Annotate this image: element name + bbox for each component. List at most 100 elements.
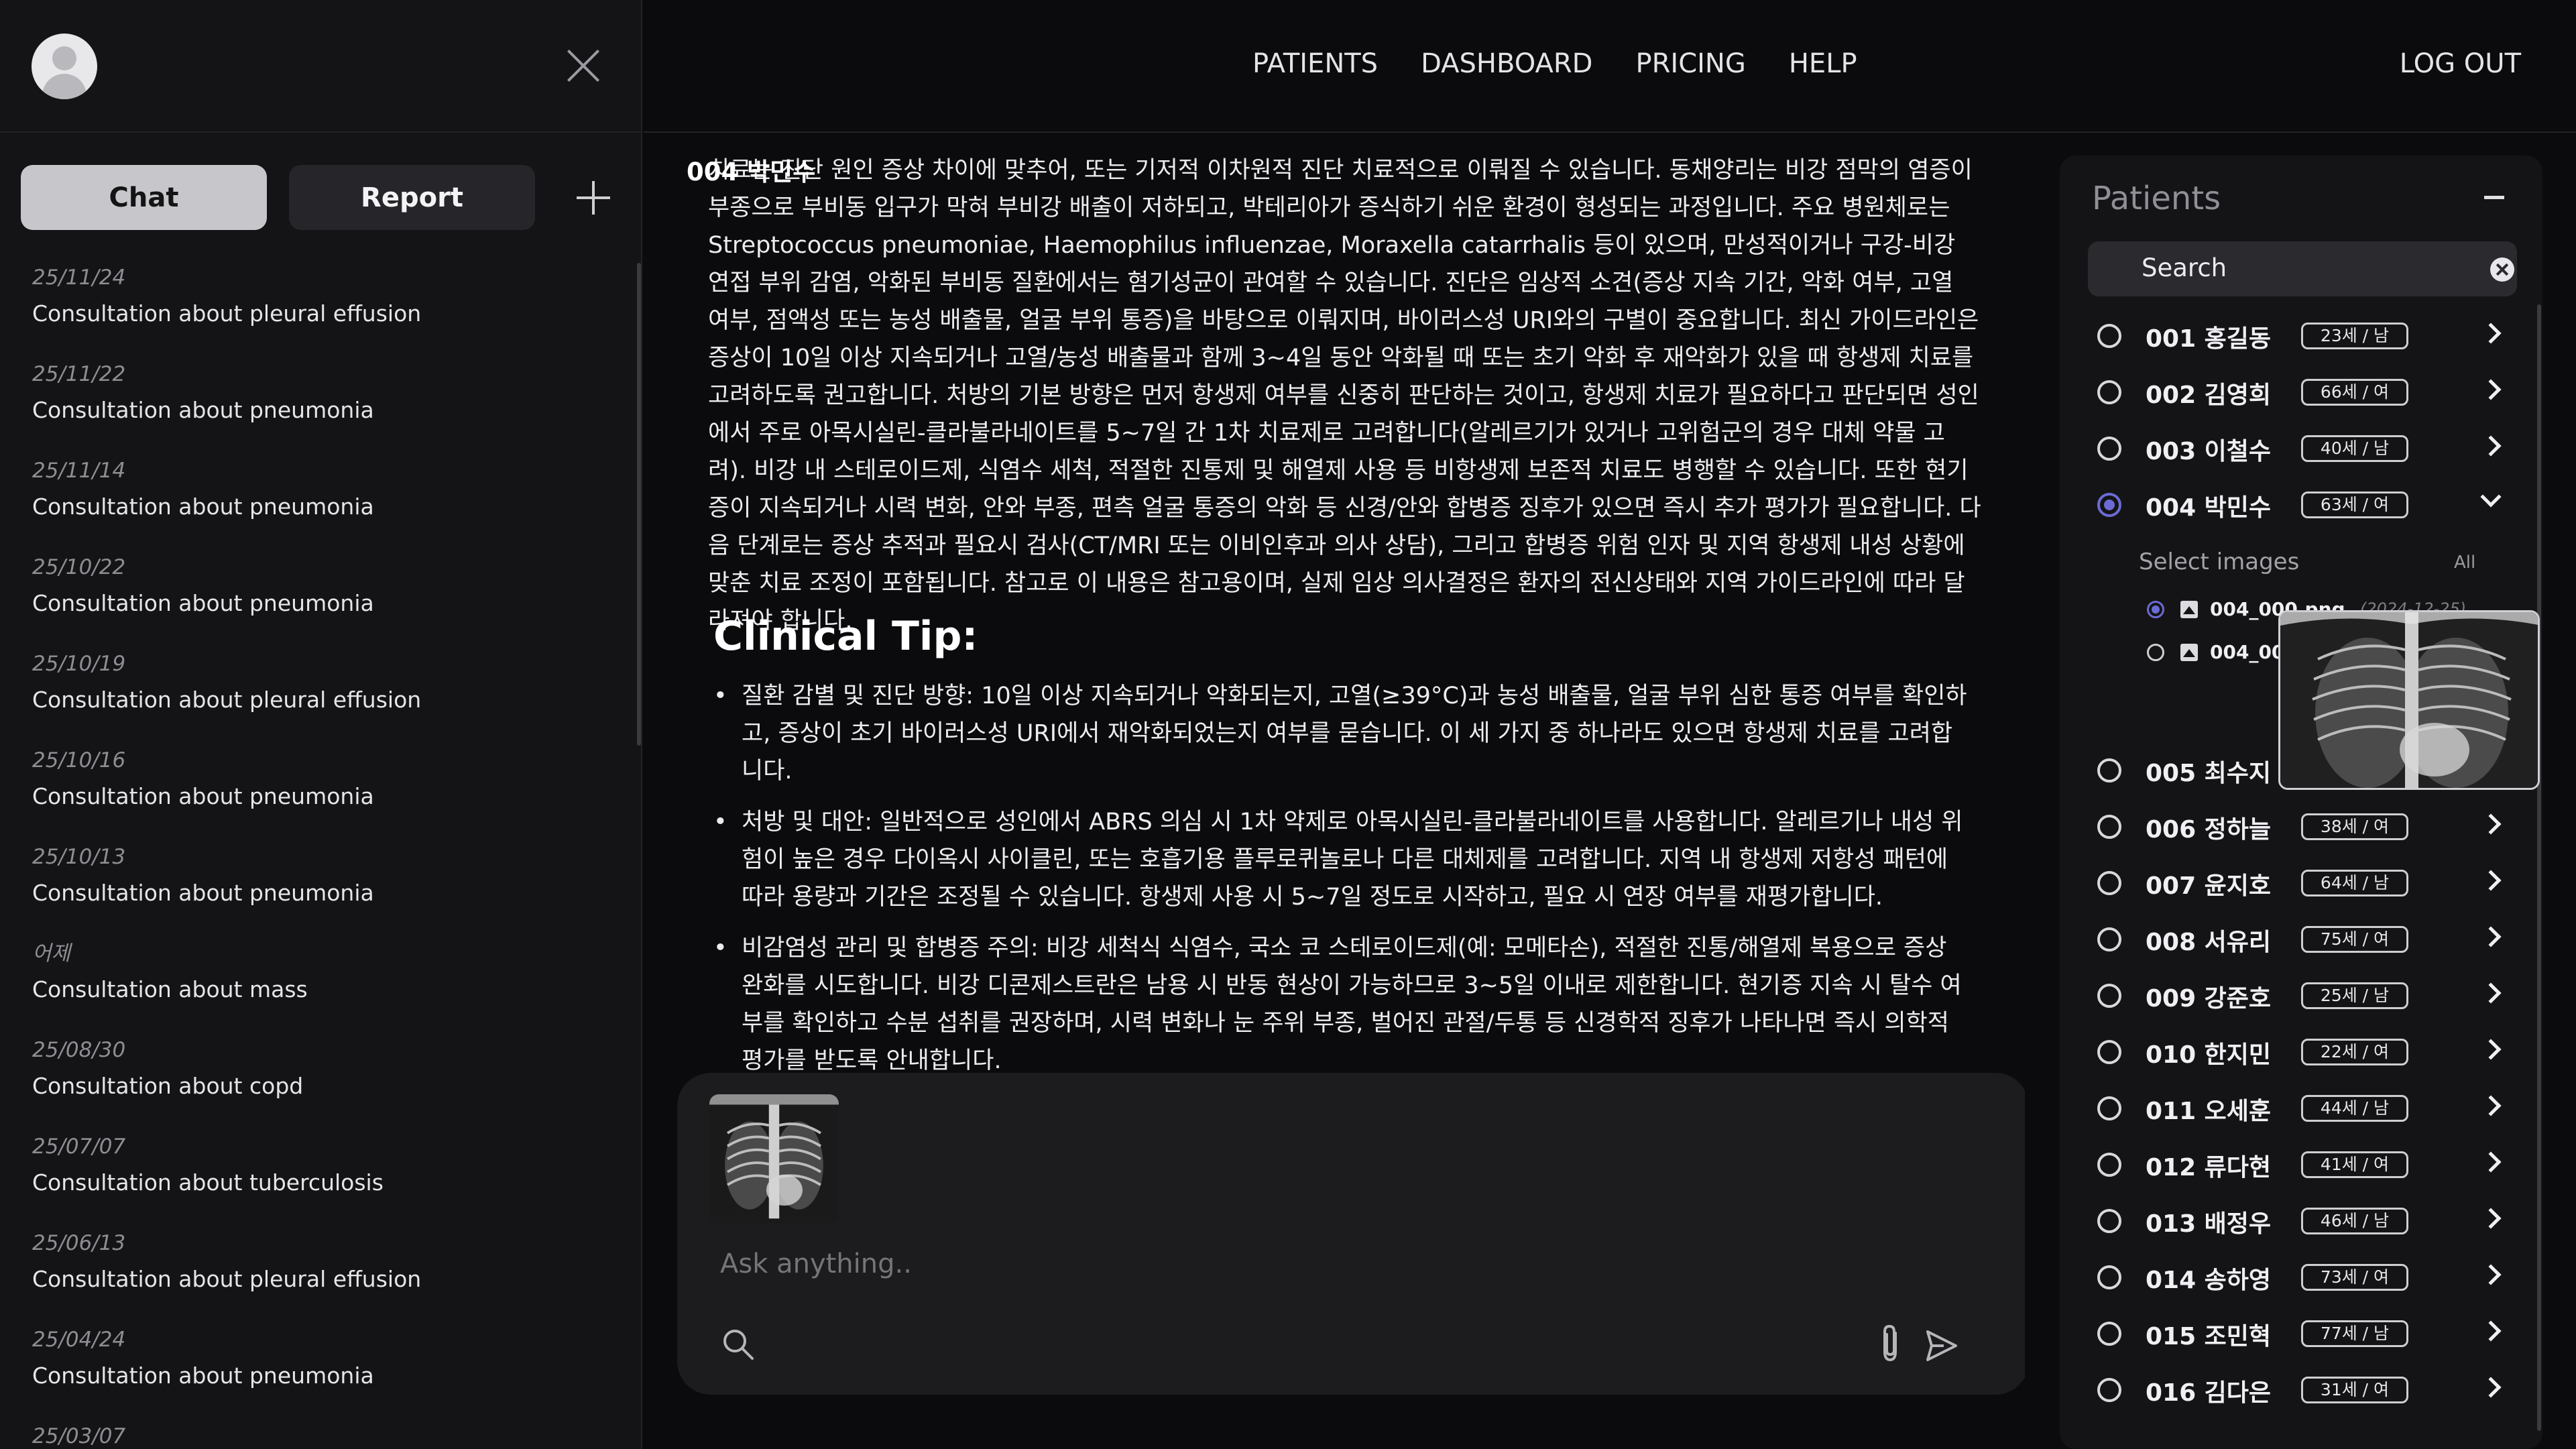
- search-icon[interactable]: [720, 1326, 756, 1363]
- patient-name: 015 조민혁: [2146, 1323, 2272, 1350]
- patient-radio[interactable]: [2097, 927, 2121, 951]
- history-item[interactable]: 25/03/07: [32, 1420, 622, 1449]
- patient-radio[interactable]: [2097, 1040, 2121, 1064]
- patient-row[interactable]: 013 배정우 46세 / 남: [2060, 1192, 2529, 1249]
- patient-age-sex-badge: 77세 / 남: [2301, 1320, 2408, 1347]
- chevron-right-icon[interactable]: [2480, 926, 2502, 947]
- tab-chat[interactable]: Chat: [21, 165, 267, 230]
- chevron-right-icon[interactable]: [2480, 1151, 2502, 1173]
- patient-radio[interactable]: [2097, 1209, 2121, 1233]
- chevron-down-icon[interactable]: [2480, 486, 2502, 508]
- patients-scrollbar[interactable]: [2537, 304, 2541, 1431]
- patient-row[interactable]: 007 윤지호 64세 / 남: [2060, 854, 2529, 911]
- patient-radio[interactable]: [2097, 984, 2121, 1008]
- patient-radio[interactable]: [2097, 493, 2121, 517]
- history-item[interactable]: 25/11/14 Consultation about pneumonia: [32, 455, 622, 551]
- patient-name: 011 오세훈: [2146, 1098, 2272, 1125]
- patient-radio[interactable]: [2097, 1378, 2121, 1402]
- history-item[interactable]: 25/04/24 Consultation about pneumonia: [32, 1324, 622, 1420]
- patient-name: 002 김영희: [2146, 382, 2272, 409]
- patient-row[interactable]: 003 이철수 40세 / 남: [2060, 420, 2529, 476]
- history-item[interactable]: 25/07/07 Consultation about tuberculosis: [32, 1131, 622, 1227]
- patient-row[interactable]: 006 정하늘 38세 / 여: [2060, 798, 2529, 854]
- chevron-right-icon[interactable]: [2480, 379, 2502, 400]
- clinical-tip-item: 처방 및 대안: 일반적으로 성인에서 ABRS 의심 시 1차 약제로 아목시…: [713, 803, 1974, 916]
- history-item[interactable]: 25/10/16 Consultation about pneumonia: [32, 744, 622, 841]
- logout-link[interactable]: LOG OUT: [2400, 48, 2521, 79]
- history-item[interactable]: 25/08/30 Consultation about copd: [32, 1034, 622, 1131]
- history-item[interactable]: 25/10/13 Consultation about pneumonia: [32, 841, 622, 937]
- patient-radio[interactable]: [2097, 380, 2121, 404]
- patient-row[interactable]: 004 박민수 63세 / 여: [2060, 476, 2529, 532]
- patient-radio[interactable]: [2097, 437, 2121, 461]
- patient-row[interactable]: 011 오세훈 44세 / 남: [2060, 1080, 2529, 1136]
- image-radio[interactable]: [2147, 601, 2164, 618]
- message-composer: [677, 1073, 2025, 1395]
- patient-radio[interactable]: [2097, 1265, 2121, 1289]
- history-date: 25/06/13: [32, 1231, 126, 1255]
- top-navigation: PATIENTS DASHBOARD PRICING HELP LOG OUT: [644, 0, 2576, 133]
- patient-row[interactable]: 008 서유리 75세 / 여: [2060, 911, 2529, 967]
- sidebar-scrollbar[interactable]: [637, 263, 641, 746]
- paperclip-icon[interactable]: [1874, 1324, 1908, 1364]
- chevron-right-icon[interactable]: [2480, 982, 2502, 1004]
- history-date: 25/11/22: [32, 362, 126, 386]
- patient-search-input[interactable]: Search: [2088, 241, 2517, 296]
- close-icon[interactable]: [565, 47, 602, 84]
- chevron-right-icon[interactable]: [2480, 1095, 2502, 1116]
- clear-search-icon[interactable]: [2490, 257, 2514, 282]
- patient-row[interactable]: 014 송하영 73세 / 여: [2060, 1249, 2529, 1305]
- chevron-right-icon[interactable]: [2480, 1320, 2502, 1342]
- patient-row[interactable]: 002 김영희 66세 / 여: [2060, 363, 2529, 420]
- chevron-right-icon[interactable]: [2480, 435, 2502, 457]
- patient-radio[interactable]: [2097, 1153, 2121, 1177]
- patient-age-sex-badge: 25세 / 남: [2301, 982, 2408, 1009]
- history-item[interactable]: 25/10/19 Consultation about pleural effus…: [32, 648, 622, 744]
- patient-row[interactable]: 010 한지민 22세 / 여: [2060, 1023, 2529, 1080]
- patient-row[interactable]: 016 김다은 31세 / 여: [2060, 1361, 2529, 1417]
- search-label: Search: [2142, 253, 2227, 282]
- patient-name: 007 윤지호: [2146, 872, 2272, 900]
- patient-row[interactable]: 001 홍길동 23세 / 남: [2060, 307, 2529, 363]
- history-item[interactable]: 어제 Consultation about mass: [32, 937, 622, 1034]
- plus-icon[interactable]: [577, 181, 610, 215]
- nav-dashboard[interactable]: DASHBOARD: [1421, 48, 1592, 79]
- chevron-right-icon[interactable]: [2480, 870, 2502, 891]
- patient-age-sex-badge: 75세 / 여: [2301, 926, 2408, 953]
- chevron-right-icon[interactable]: [2480, 1208, 2502, 1229]
- collapse-icon[interactable]: [2484, 196, 2504, 199]
- history-item[interactable]: 25/10/22 Consultation about pneumonia: [32, 551, 622, 648]
- chevron-right-icon[interactable]: [2480, 1039, 2502, 1060]
- image-file-icon: [2180, 601, 2198, 618]
- tab-report[interactable]: Report: [289, 165, 535, 230]
- patient-radio[interactable]: [2097, 871, 2121, 895]
- attached-xray-thumbnail[interactable]: [709, 1094, 839, 1224]
- user-avatar-icon[interactable]: [32, 34, 97, 99]
- patient-radio[interactable]: [2097, 815, 2121, 839]
- history-item[interactable]: 25/06/13 Consultation about pleural effus…: [32, 1227, 622, 1324]
- message-input[interactable]: [720, 1249, 1927, 1279]
- chevron-right-icon[interactable]: [2480, 1264, 2502, 1285]
- image-radio[interactable]: [2147, 644, 2164, 661]
- patient-row[interactable]: 015 조민혁 77세 / 남: [2060, 1305, 2529, 1361]
- patient-radio[interactable]: [2097, 1096, 2121, 1120]
- history-item[interactable]: 25/11/24 Consultation about pleural effus…: [32, 262, 622, 358]
- patient-radio[interactable]: [2097, 1322, 2121, 1346]
- patient-name: 006 정하늘: [2146, 816, 2272, 844]
- patient-name: 009 강준호: [2146, 985, 2272, 1012]
- patient-row[interactable]: 009 강준호 25세 / 남: [2060, 967, 2529, 1023]
- history-item[interactable]: 25/11/22 Consultation about pneumonia: [32, 358, 622, 455]
- chevron-right-icon[interactable]: [2480, 813, 2502, 835]
- nav-patients[interactable]: PATIENTS: [1252, 48, 1378, 79]
- nav-pricing[interactable]: PRICING: [1635, 48, 1745, 79]
- chevron-right-icon[interactable]: [2480, 1377, 2502, 1398]
- chevron-right-icon[interactable]: [2480, 323, 2502, 344]
- patient-radio[interactable]: [2097, 324, 2121, 348]
- patient-radio[interactable]: [2097, 758, 2121, 783]
- patient-row[interactable]: 012 류다현 41세 / 여: [2060, 1136, 2529, 1192]
- patients-panel-title: Patients: [2092, 180, 2221, 217]
- select-all-link[interactable]: All: [2454, 553, 2475, 573]
- nav-help[interactable]: HELP: [1789, 48, 1857, 79]
- history-title: Consultation about pleural effusion: [32, 687, 422, 713]
- send-icon[interactable]: [1924, 1328, 1960, 1364]
